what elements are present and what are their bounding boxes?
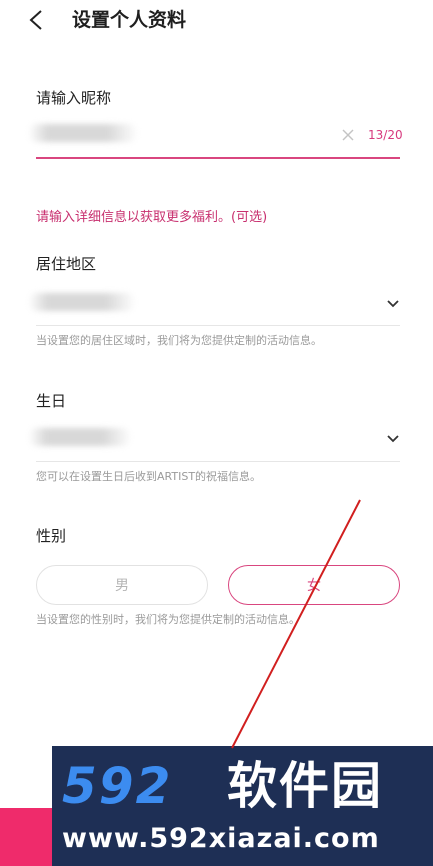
region-select-value-blurred[interactable]	[28, 293, 136, 311]
watermark-name: 软件园	[227, 757, 383, 815]
bottom-action-button-partial[interactable]	[0, 808, 52, 866]
watermark-banner: 592 软件园 www.592xiazai.com	[52, 746, 433, 866]
watermark-logo: 592	[62, 757, 173, 815]
chevron-down-icon[interactable]	[385, 431, 401, 447]
birthday-label: 生日	[36, 392, 67, 410]
region-hint: 当设置您的居住区域时，我们将为您提供定制的活动信息。	[36, 334, 322, 347]
gender-hint: 当设置您的性别时，我们将为您提供定制的活动信息。	[36, 613, 300, 626]
nickname-underline	[36, 157, 400, 159]
close-icon[interactable]	[341, 128, 355, 142]
birthday-hint: 您可以在设置生日后收到ARTIST的祝福信息。	[36, 470, 262, 483]
nickname-char-counter: 13/20	[368, 128, 403, 142]
gender-label: 性别	[36, 527, 67, 545]
optional-info-notice: 请输入详细信息以获取更多福利。(可选)	[36, 210, 268, 225]
region-label: 居住地区	[36, 255, 97, 273]
birthday-underline	[36, 461, 400, 462]
region-underline	[36, 325, 400, 326]
birthday-select-value-blurred[interactable]	[28, 428, 132, 446]
nickname-input-value-blurred[interactable]	[28, 124, 138, 142]
nickname-label: 请输入昵称	[36, 89, 112, 107]
chevron-left-icon[interactable]	[26, 8, 50, 32]
page-title: 设置个人资料	[72, 9, 187, 31]
gender-male-button[interactable]: 男	[36, 565, 208, 605]
gender-female-button[interactable]: 女	[228, 565, 400, 605]
watermark-url: www.592xiazai.com	[62, 823, 380, 854]
chevron-down-icon[interactable]	[385, 296, 401, 312]
